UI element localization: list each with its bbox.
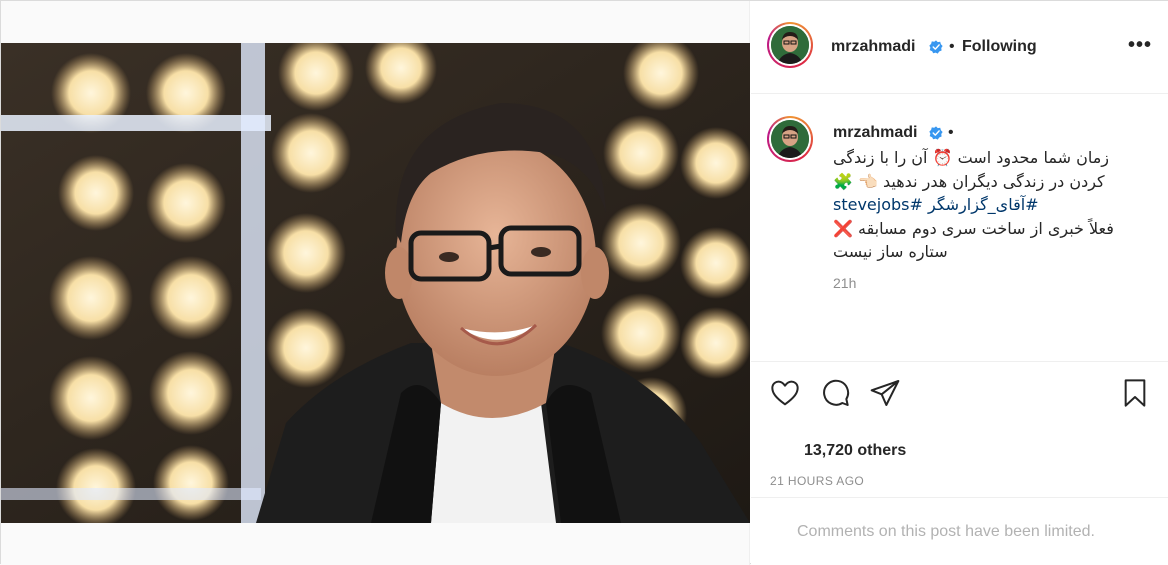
caption-line-4: فعلاً خبری از ساخت سری دوم مسابقه ❌ xyxy=(833,218,1114,238)
post-header: mrzahmadi • Following ••• xyxy=(751,1,1168,94)
post-actions xyxy=(751,363,1168,423)
post-sidebar: mrzahmadi • Following ••• mrzahmadi • زم… xyxy=(751,1,1168,565)
caption-avatar[interactable] xyxy=(767,116,813,162)
heart-icon[interactable] xyxy=(769,377,801,409)
caption-line-5: ستاره ساز نیست xyxy=(833,242,948,261)
post-caption: mrzahmadi • زمان شما محدود است ⏰ آن را ب… xyxy=(751,94,1168,362)
post-media-area xyxy=(1,1,750,565)
likes-count[interactable]: 13,720 others xyxy=(804,442,906,460)
comments-limited-notice: Comments on this post have been limited. xyxy=(797,523,1095,540)
following-button[interactable]: Following xyxy=(962,38,1037,56)
caption-line-1: زمان شما محدود است ⏰ آن را با زندگی xyxy=(833,148,1109,167)
post-photo[interactable] xyxy=(1,43,750,523)
comments-area: Comments on this post have been limited. xyxy=(751,497,1168,565)
comment-icon[interactable] xyxy=(819,377,851,409)
author-avatar[interactable] xyxy=(767,22,813,68)
share-icon[interactable] xyxy=(869,377,901,409)
header-separator: • xyxy=(949,38,955,55)
more-options-icon[interactable]: ••• xyxy=(1128,34,1152,57)
verified-badge-icon xyxy=(929,40,943,54)
caption-hashtags[interactable]: #آقای_گزارشگر #stevejobs xyxy=(833,193,1133,217)
caption-separator: • xyxy=(948,124,954,141)
caption-timestamp[interactable]: 21h xyxy=(833,275,856,291)
author-username[interactable]: mrzahmadi xyxy=(831,38,915,56)
avatar-photo xyxy=(771,120,809,158)
post-modal: mrzahmadi • Following ••• mrzahmadi • زم… xyxy=(0,0,1168,565)
avatar-photo xyxy=(771,26,809,64)
bookmark-icon[interactable] xyxy=(1119,377,1151,409)
caption-text: زمان شما محدود است ⏰ آن را با زندگی کردن… xyxy=(833,146,1133,264)
post-timestamp[interactable]: 21 HOURS AGO xyxy=(770,474,864,488)
caption-line-2: کردن در زندگی دیگران هدر ندهید 👈🏻 🧩 xyxy=(833,171,1105,191)
caption-username[interactable]: mrzahmadi xyxy=(833,124,917,142)
verified-badge-icon xyxy=(929,126,943,140)
photo-illustration xyxy=(1,43,750,523)
